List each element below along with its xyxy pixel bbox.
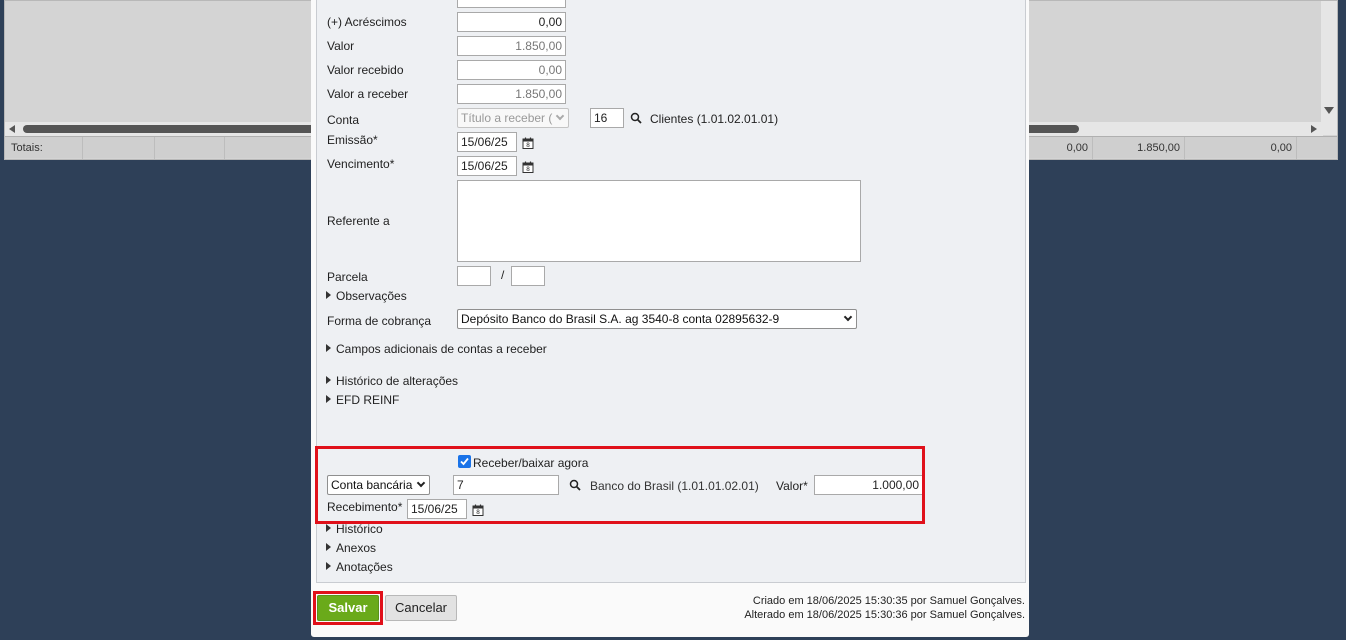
calendar-icon[interactable]: 8: [522, 137, 534, 149]
totals-cell: [85, 137, 155, 159]
observacoes-label: Observações: [336, 289, 407, 303]
caret-right-icon: [326, 395, 331, 403]
scroll-right-icon[interactable]: [1311, 125, 1317, 133]
vencimento-input[interactable]: 15/06/25: [457, 156, 517, 176]
highlight-box: [315, 446, 925, 524]
totals-value: 0,00: [1033, 137, 1093, 159]
conta-code-input[interactable]: 16: [590, 108, 624, 128]
historico-alteracoes-expander[interactable]: Histórico de alterações: [326, 374, 458, 388]
caret-right-icon: [326, 291, 331, 299]
parcela-input-1[interactable]: [457, 266, 491, 286]
efd-reinf-expander[interactable]: EFD REINF: [326, 393, 399, 407]
valor-a-receber-label: Valor a receber: [327, 87, 409, 101]
caret-right-icon: [326, 344, 331, 352]
vertical-scrollbar[interactable]: [1321, 1, 1337, 135]
historico-alteracoes-label: Histórico de alterações: [336, 374, 459, 388]
emissao-label: Emissão*: [327, 133, 378, 147]
referente-label: Referente a: [327, 214, 390, 228]
emissao-input[interactable]: 15/06/25: [457, 132, 517, 152]
acrescimos-input[interactable]: 0,00: [457, 12, 566, 32]
parcela-input-2[interactable]: [511, 266, 545, 286]
historico-expander[interactable]: Histórico: [326, 522, 383, 536]
scroll-left-icon[interactable]: [9, 125, 15, 133]
form-panel: (+) Acréscimos 0,00 Valor 1.850,00 Valor…: [315, 0, 1026, 583]
modified-info: Alterado em 18/06/2025 15:30:36 por Samu…: [744, 609, 1025, 621]
chevron-down-icon: [555, 111, 565, 121]
conta-description: Clientes (1.01.02.01.01): [650, 112, 779, 126]
referente-textarea[interactable]: [457, 180, 861, 262]
valor-recebido-input[interactable]: 0,00: [457, 60, 566, 80]
totals-cell: [155, 137, 225, 159]
chevron-down-icon: [843, 312, 853, 322]
valor-input[interactable]: 1.850,00: [457, 36, 566, 56]
svg-text:8: 8: [526, 166, 530, 173]
svg-text:8: 8: [526, 142, 530, 149]
valor-label: Valor: [327, 39, 355, 53]
caret-right-icon: [326, 543, 331, 551]
parcela-separator: /: [501, 268, 505, 282]
anexos-expander[interactable]: Anexos: [326, 541, 376, 555]
vencimento-label: Vencimento*: [327, 157, 395, 171]
totals-label: Totais:: [11, 137, 83, 159]
acrescimos-label: (+) Acréscimos: [327, 15, 407, 29]
totals-value: 0,00: [1185, 137, 1297, 159]
scroll-down-icon[interactable]: [1324, 107, 1334, 114]
receivable-dialog: (+) Acréscimos 0,00 Valor 1.850,00 Valor…: [311, 0, 1029, 637]
calendar-icon[interactable]: 8: [522, 161, 534, 173]
save-highlight-box: [313, 591, 383, 625]
search-icon[interactable]: [630, 112, 642, 124]
anotacoes-expander[interactable]: Anotações: [326, 560, 393, 574]
partial-input[interactable]: [457, 0, 566, 8]
caret-right-icon: [326, 376, 331, 384]
anotacoes-label: Anotações: [336, 560, 393, 574]
valor-a-receber-input[interactable]: 1.850,00: [457, 84, 566, 104]
caret-right-icon: [326, 524, 331, 532]
observacoes-expander[interactable]: Observações: [326, 289, 407, 303]
forma-cobranca-label: Forma de cobrança: [327, 314, 432, 328]
forma-cobranca-value: Depósito Banco do Brasil S.A. ag 3540-8 …: [461, 312, 780, 326]
conta-type-select[interactable]: Título a receber (: [457, 108, 569, 128]
efd-reinf-label: EFD REINF: [336, 393, 400, 407]
conta-label: Conta: [327, 113, 360, 127]
anexos-label: Anexos: [336, 541, 377, 555]
forma-cobranca-select[interactable]: Depósito Banco do Brasil S.A. ag 3540-8 …: [457, 309, 857, 329]
campos-adicionais-expander[interactable]: Campos adicionais de contas a receber: [326, 342, 547, 356]
caret-right-icon: [326, 562, 331, 570]
parcela-label: Parcela: [327, 270, 368, 284]
historico-label: Histórico: [336, 522, 383, 536]
cancel-button[interactable]: Cancelar: [385, 595, 457, 621]
campos-adicionais-label: Campos adicionais de contas a receber: [336, 342, 547, 356]
created-info: Criado em 18/06/2025 15:30:35 por Samuel…: [752, 595, 1025, 607]
conta-type-value: Título a receber (: [461, 111, 553, 125]
valor-recebido-label: Valor recebido: [327, 63, 404, 77]
totals-value: 1.850,00: [1093, 137, 1185, 159]
